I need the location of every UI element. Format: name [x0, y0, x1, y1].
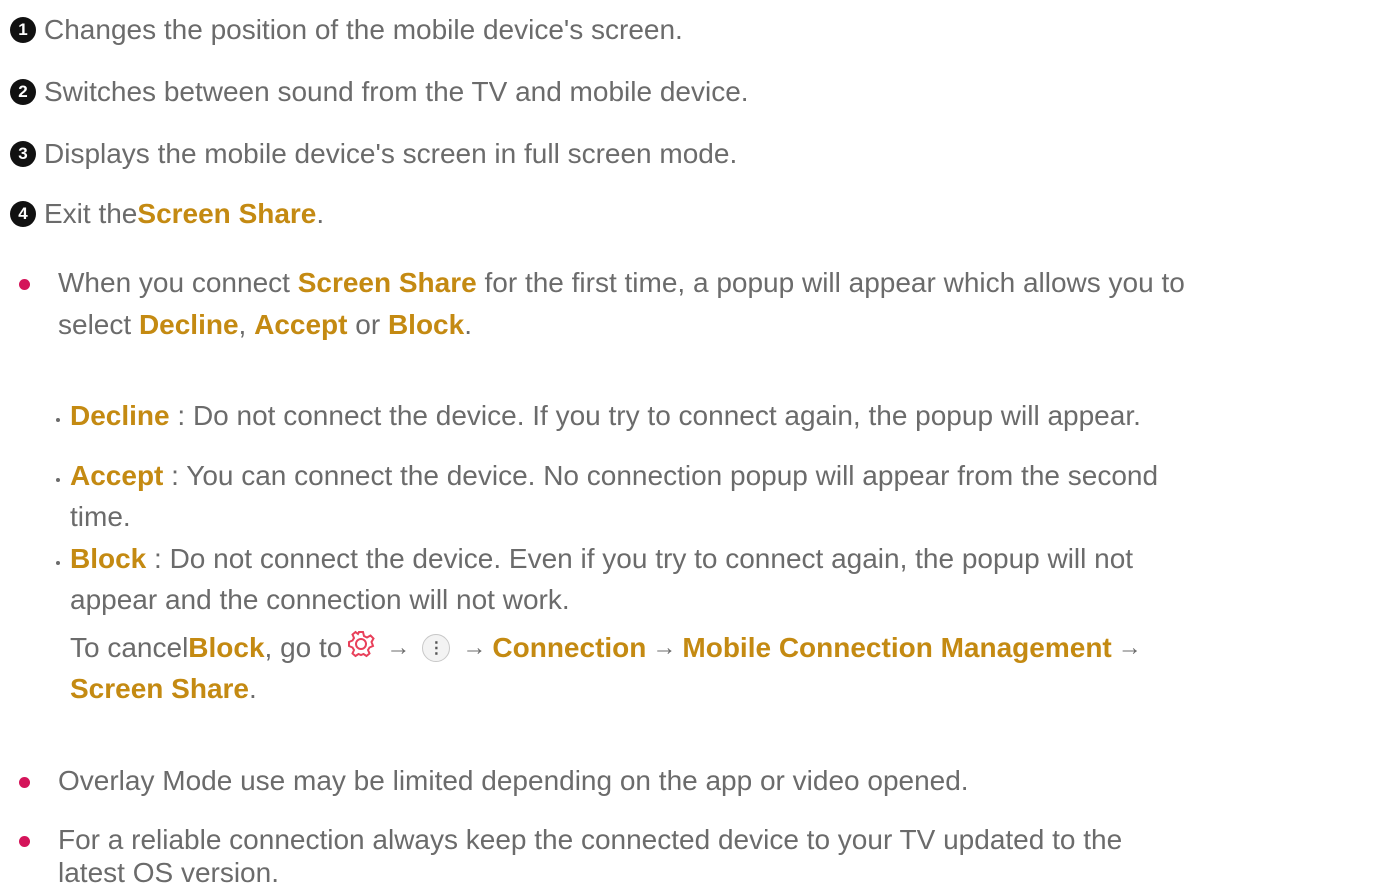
- block-term: Block: [188, 631, 265, 663]
- bullet1-line1: When you connect Screen Share for the fi…: [58, 267, 1185, 299]
- sub-bullet-dot: [56, 478, 60, 482]
- number-badge: 1: [10, 17, 36, 43]
- number-badge: 3: [10, 141, 36, 167]
- gear-icon: [346, 629, 376, 666]
- decline-label: Decline: [70, 400, 170, 431]
- sub-item-accept-cont: time.: [70, 501, 131, 532]
- screen-share-term: Screen Share: [70, 673, 249, 704]
- arrow-icon: →: [1117, 633, 1142, 661]
- numbered-item-4: 4 Exit the Screen Share .: [10, 198, 324, 230]
- bullet-dot: [19, 777, 30, 788]
- numbered-item-2: 2 Switches between sound from the TV and…: [10, 76, 749, 108]
- decline-desc: : Do not connect the device. If you try …: [169, 400, 1141, 431]
- cancel-text: To cancel: [70, 631, 189, 663]
- cancel-block-path: To cancel Block, go to → ⋮ → Connection …: [70, 629, 1148, 666]
- block-label: Block: [70, 543, 147, 574]
- numbered-item-text: Displays the mobile device's screen in f…: [44, 138, 738, 169]
- numbered-item-text: Switches between sound from the TV and m…: [44, 76, 749, 107]
- sub-item-accept: Accept : You can connect the device. No …: [70, 460, 1158, 492]
- sub-bullet-dot: [56, 418, 60, 422]
- sub-item-block: Block : Do not connect the device. Even …: [70, 543, 1133, 575]
- numbered-item-1: 1 Changes the position of the mobile dev…: [10, 14, 683, 46]
- accept-term: Accept: [254, 309, 348, 340]
- bullet3-line1: For a reliable connection always keep th…: [58, 824, 1123, 855]
- screen-share-term: Screen Share: [297, 267, 477, 298]
- bullet1-text: for the first time, a popup will appear …: [476, 267, 1185, 298]
- cancel-text: , go to: [264, 631, 343, 663]
- sub-item-decline: Decline : Do not connect the device. If …: [70, 400, 1141, 432]
- more-icon: ⋮: [422, 633, 451, 662]
- comma: ,: [238, 309, 255, 340]
- bullet1-text: select: [58, 309, 139, 340]
- bullet-dot: [19, 836, 30, 847]
- sub-item-block-cont: appear and the connection will not work.: [70, 584, 570, 615]
- block-term: Block: [387, 309, 465, 340]
- bullet-dot: [19, 279, 30, 290]
- connection-term: Connection: [492, 631, 647, 663]
- cancel-block-path-cont: Screen Share.: [70, 673, 257, 705]
- arrow-icon: →: [652, 633, 677, 661]
- block-desc: : Do not connect the device. Even if you…: [146, 543, 1134, 574]
- screen-share-link: Screen Share: [137, 198, 317, 229]
- numbered-item-text: Exit the: [44, 198, 138, 229]
- bullet1-text: When you connect: [58, 267, 298, 298]
- period: .: [316, 198, 325, 229]
- number-badge: 2: [10, 79, 36, 105]
- number-badge: 4: [10, 201, 36, 227]
- numbered-item-text: Changes the position of the mobile devic…: [44, 14, 683, 45]
- arrow-icon: →: [462, 633, 487, 661]
- decline-term: Decline: [138, 309, 239, 340]
- bullet3-line2: latest OS version.: [58, 857, 279, 888]
- numbered-item-3: 3 Displays the mobile device's screen in…: [10, 138, 737, 170]
- accept-label: Accept: [70, 460, 164, 491]
- arrow-icon: →: [386, 633, 411, 661]
- or-text: or: [347, 309, 388, 340]
- sub-bullet-dot: [56, 561, 60, 565]
- period: .: [249, 673, 257, 704]
- accept-desc: : You can connect the device. No connect…: [163, 460, 1159, 491]
- period: .: [464, 309, 472, 340]
- mobile-connection-management-term: Mobile Connection Management: [682, 631, 1112, 663]
- bullet2-text: Overlay Mode use may be limited dependin…: [58, 765, 969, 796]
- bullet1-line2: select Decline, Accept or Block.: [58, 309, 472, 341]
